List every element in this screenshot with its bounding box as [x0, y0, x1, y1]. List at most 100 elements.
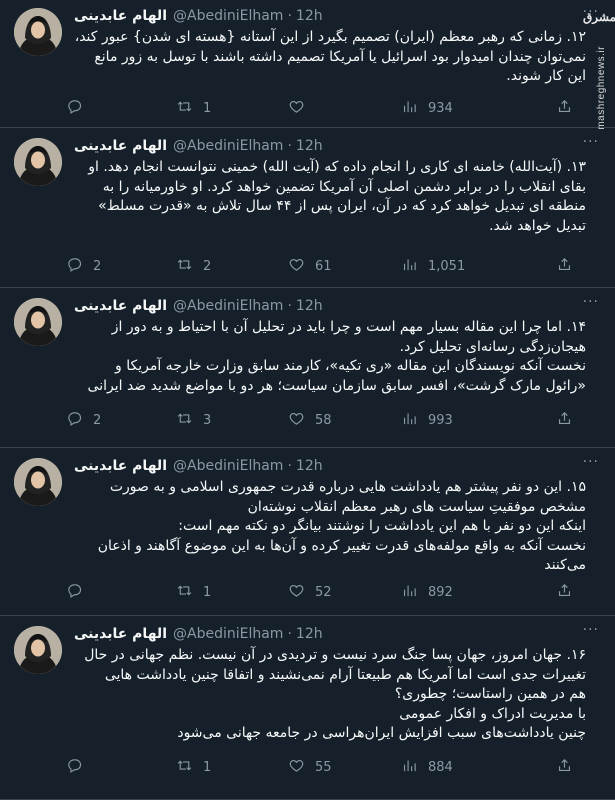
replies-count: 2	[93, 258, 102, 274]
tweet-text-line: با مدیریت ادراک و افکار عمومی	[399, 705, 586, 722]
views-count: 892	[428, 584, 453, 600]
tweet-time[interactable]: 12h	[296, 626, 323, 642]
tweet-text-line: این کار شوند.	[506, 68, 586, 84]
reply-button[interactable]	[66, 757, 93, 777]
retweets-count: 2	[203, 258, 212, 274]
more-options-icon[interactable]: ···	[583, 294, 599, 310]
like-button[interactable]: 52	[288, 582, 332, 602]
avatar[interactable]	[14, 8, 62, 56]
bar-chart-icon	[401, 256, 418, 277]
views-button[interactable]: 892	[401, 582, 453, 602]
reply-button[interactable]	[66, 98, 93, 118]
author-handle[interactable]: @AbediniElham	[173, 8, 283, 24]
share-icon	[556, 256, 573, 277]
retweets-count: 1	[203, 100, 212, 116]
tweet[interactable]: الهام عابدینی @AbediniElham · 12h ··· ۱۳. (آی…	[0, 128, 615, 288]
author-name[interactable]: الهام عابدینی	[74, 8, 167, 24]
views-count: 993	[428, 412, 453, 428]
like-button[interactable]	[288, 98, 315, 118]
share-button[interactable]	[556, 757, 573, 777]
share-icon	[556, 757, 573, 778]
author-name[interactable]: الهام عابدینی	[74, 298, 167, 314]
share-button[interactable]	[556, 98, 573, 118]
watermark-site: mashreghnews.ir	[596, 46, 607, 130]
likes-count: 58	[315, 412, 332, 428]
like-button[interactable]: 61	[288, 256, 332, 276]
tweet-text: ۱۶. جهان امروز، جهان پسا جنگ سرد نیست و …	[66, 646, 586, 744]
avatar[interactable]	[14, 626, 62, 674]
watermark: مشرق mashreghnews.ir	[583, 6, 615, 156]
tweet-time[interactable]: 12h	[296, 138, 323, 154]
tweet-text: ۱۲. زمانی که رهبر معظم (ایران) تصمیم بگی…	[66, 28, 586, 87]
bar-chart-icon	[401, 582, 418, 603]
tweet-time[interactable]: 12h	[296, 298, 323, 314]
retweets-count: 3	[203, 412, 212, 428]
tweet-actions: 1 934	[66, 98, 596, 118]
tweet-time[interactable]: 12h	[296, 8, 323, 24]
share-icon	[556, 410, 573, 431]
reply-icon	[66, 582, 83, 603]
views-button[interactable]: 993	[401, 410, 453, 430]
views-button[interactable]: 1,051	[401, 256, 465, 276]
tweet[interactable]: الهام عابدینی @AbediniElham · 12h ··· ۱۴. اما…	[0, 288, 615, 448]
tweet-actions: 1 52 892	[66, 582, 596, 602]
views-button[interactable]: 884	[401, 757, 453, 777]
retweets-count: 1	[203, 759, 212, 775]
bar-chart-icon	[401, 757, 418, 778]
tweet[interactable]: الهام عابدینی @AbediniElham · 12h ··· ۱۶. جها…	[0, 616, 615, 800]
retweet-button[interactable]: 1	[176, 582, 211, 602]
views-button[interactable]: 934	[401, 98, 453, 118]
avatar[interactable]	[14, 138, 62, 186]
tweet[interactable]: الهام عابدینی @AbediniElham · 12h ··· ۱۲. زما…	[0, 0, 615, 128]
retweet-button[interactable]: 1	[176, 757, 211, 777]
avatar[interactable]	[14, 298, 62, 346]
replies-count: 2	[93, 412, 102, 428]
tweet-text-line: ۱۶. جهان امروز، جهان پسا جنگ سرد نیست و …	[84, 647, 586, 663]
like-button[interactable]: 58	[288, 410, 332, 430]
author-name[interactable]: الهام عابدینی	[74, 458, 167, 474]
likes-count: 61	[315, 258, 332, 274]
author-name[interactable]: الهام عابدینی	[74, 138, 167, 154]
tweet-text-line: بقای انقلاب را در برابر دشمن اصلی آن آمر…	[102, 178, 586, 195]
tweet-text-line: نخست آنکه به واقع مولفه‌های قدرت تغییر ک…	[97, 537, 586, 554]
tweet-time[interactable]: 12h	[296, 458, 323, 474]
tweet-actions: 1 55 884	[66, 757, 596, 777]
share-button[interactable]	[556, 256, 573, 276]
tweet-header: الهام عابدینی @AbediniElham · 12h	[74, 296, 323, 316]
like-button[interactable]: 55	[288, 757, 332, 777]
heart-icon	[288, 98, 305, 119]
reply-button[interactable]: 2	[66, 256, 101, 276]
bar-chart-icon	[401, 98, 418, 119]
tweet[interactable]: الهام عابدینی @AbediniElham · 12h ··· ۱۵. این…	[0, 448, 615, 616]
tweet-text-line: می‌کنند	[544, 557, 586, 573]
tweet-text-line: منطقه ای تبدیل خواهد کرد که در آن، ایران…	[98, 198, 586, 214]
tweet-text-line: ۱۲. زمانی که رهبر معظم (ایران) تصمیم بگی…	[74, 29, 586, 45]
separator-dot: ·	[287, 626, 292, 642]
retweet-button[interactable]: 2	[176, 256, 211, 276]
tweet-text-line: اینکه این دو نفر با هم این یادداشت را نو…	[178, 518, 586, 534]
reply-icon	[66, 98, 83, 119]
retweet-button[interactable]: 1	[176, 98, 211, 118]
avatar[interactable]	[14, 458, 62, 506]
tweet-text-line: نخست آنکه نویسندگان این مقاله «ری تکیه»،…	[115, 358, 586, 374]
retweet-button[interactable]: 3	[176, 410, 211, 430]
author-handle[interactable]: @AbediniElham	[173, 298, 283, 314]
author-name[interactable]: الهام عابدینی	[74, 626, 167, 642]
share-button[interactable]	[556, 410, 573, 430]
tweet-text-line: هم در همین راستاست؛ چطوری؟	[394, 686, 586, 702]
more-options-icon[interactable]: ···	[583, 454, 599, 470]
author-handle[interactable]: @AbediniElham	[173, 458, 283, 474]
more-options-icon[interactable]: ···	[583, 622, 599, 638]
tweet-text-line: چنین یادداشت‌های سبب افزایش ایران‌هراسی …	[177, 725, 586, 741]
retweet-icon	[176, 757, 193, 778]
retweet-icon	[176, 410, 193, 431]
reply-button[interactable]	[66, 582, 93, 602]
heart-icon	[288, 410, 305, 431]
heart-icon	[288, 256, 305, 277]
author-handle[interactable]: @AbediniElham	[173, 626, 283, 642]
separator-dot: ·	[287, 8, 292, 24]
author-handle[interactable]: @AbediniElham	[173, 138, 283, 154]
retweets-count: 1	[203, 584, 212, 600]
reply-button[interactable]: 2	[66, 410, 101, 430]
share-button[interactable]	[556, 582, 573, 602]
